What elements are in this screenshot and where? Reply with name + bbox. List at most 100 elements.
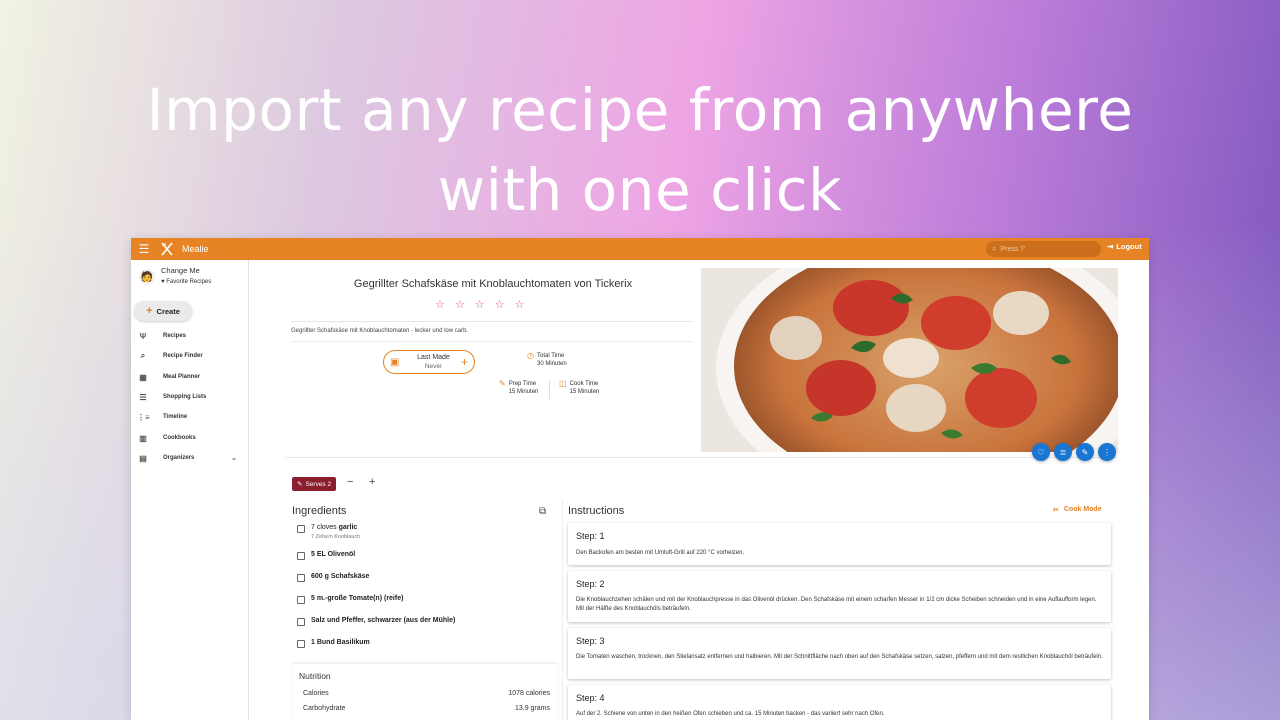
- prep-time-label: Prep Time: [508, 381, 537, 387]
- ingredient-checkbox[interactable]: [297, 574, 305, 582]
- nutrition-label: Carbohydrate: [303, 705, 346, 712]
- copy-icon[interactable]: ⧉: [539, 506, 546, 517]
- clock-icon: ◷: [527, 351, 534, 360]
- pot-icon: ◫: [559, 379, 567, 388]
- ingredient-food: 1 Bund Basilikum: [311, 639, 370, 646]
- ingredients-title: Ingredients: [292, 505, 347, 517]
- step-text: Auf der 2. Schiene von unten in den heiß…: [576, 711, 885, 717]
- step-title: Step: 1: [576, 531, 605, 541]
- sidebar-item-timeline[interactable]: ⋮≡ Timeline: [137, 410, 187, 424]
- favorite-recipes-link[interactable]: ♥ Favorite Recipes: [161, 279, 211, 285]
- recipe-title: Gegrillter Schafskäse mit Knoblauchtomat…: [353, 278, 633, 290]
- star-icon[interactable]: ☆: [435, 298, 445, 311]
- step-text: Die Knoblauchzehen schälen und mit der K…: [576, 597, 1097, 612]
- book-icon: ▥: [139, 433, 147, 443]
- rating-stars[interactable]: ☆ ☆ ☆ ☆ ☆: [435, 298, 524, 311]
- app-name[interactable]: Mealie: [182, 244, 209, 254]
- heart-icon: ♡: [1037, 447, 1045, 457]
- checklist-icon: ☰: [139, 392, 147, 402]
- ingredient-item[interactable]: 600 g Schafskäse: [297, 573, 369, 582]
- favorites-label: Favorite Recipes: [166, 279, 212, 285]
- last-made-button[interactable]: ▣ Last Made Never +: [383, 350, 475, 374]
- sidebar-item-recipes[interactable]: Ψ Recipes: [137, 329, 186, 343]
- ingredient-item[interactable]: 5 EL Olivenöl: [297, 551, 355, 560]
- add-to-list-button[interactable]: ≣: [1054, 443, 1072, 461]
- step-title: Step: 2: [576, 579, 605, 589]
- create-button[interactable]: + Create: [134, 301, 192, 321]
- increase-servings-button[interactable]: +: [369, 476, 375, 488]
- serves-chip[interactable]: ✎ Serves 2: [292, 477, 337, 491]
- menu-icon[interactable]: ☰: [132, 242, 156, 256]
- list-icon: ≣: [1059, 447, 1067, 457]
- ingredient-checkbox[interactable]: [297, 525, 305, 533]
- ingredient-checkbox[interactable]: [297, 552, 305, 560]
- serves-label: Serves 2: [305, 480, 332, 488]
- star-icon[interactable]: ☆: [475, 298, 485, 311]
- instruction-step[interactable]: Step: 2 Die Knoblauchzehen schälen und m…: [568, 571, 1111, 622]
- star-icon[interactable]: ☆: [455, 298, 465, 311]
- sidebar-item-organizers[interactable]: ▤ Organizers ⌄: [137, 451, 249, 465]
- favorite-button[interactable]: ♡: [1032, 443, 1050, 461]
- edit-button[interactable]: ✎: [1076, 443, 1094, 461]
- logout-button[interactable]: ⇥ Logout: [1107, 242, 1142, 251]
- more-vertical-icon: ⋮: [1103, 447, 1111, 457]
- plus-icon: +: [146, 305, 153, 317]
- divider: [291, 341, 693, 342]
- cook-time-label: Cook Time: [569, 381, 599, 387]
- ingredient-food: Salz und Pfeffer, schwarzer (aus der Müh…: [311, 617, 456, 624]
- sidebar-item-label: Cookbooks: [163, 435, 196, 441]
- recipe-image: [701, 268, 1118, 452]
- sidebar-item-label: Recipe Finder: [163, 353, 203, 359]
- sidebar-item-cookbooks[interactable]: ▥ Cookbooks: [137, 431, 196, 445]
- total-time: ◷ Total Time 30 Minuten: [527, 352, 567, 368]
- decrease-servings-button[interactable]: −: [347, 476, 353, 488]
- search-input[interactable]: ⌕ Press '/': [986, 241, 1101, 257]
- sidebar-item-label: Organizers: [163, 455, 195, 461]
- cook-mode-icon: ✂: [1053, 507, 1059, 514]
- ingredient-food: garlic: [338, 524, 358, 531]
- ingredient-item[interactable]: 5 m.-große Tomate(n) (reife): [297, 595, 403, 604]
- chevron-down-icon: ⌄: [231, 455, 237, 462]
- star-icon[interactable]: ☆: [515, 298, 525, 311]
- search-icon: ⌕: [992, 244, 997, 253]
- user-profile[interactable]: 🧑 Change Me ♥ Favorite Recipes: [139, 266, 211, 285]
- nutrition-card: Nutrition Calories 1078 calories Carbohy…: [292, 663, 558, 720]
- ingredient-checkbox[interactable]: [297, 640, 305, 648]
- column-divider: [562, 500, 563, 720]
- prep-time: ✎ Prep Time 15 Minuten: [499, 380, 538, 396]
- fork-knife-icon: Ψ: [139, 331, 147, 341]
- sidebar-item-recipe-finder[interactable]: ⌕ Recipe Finder: [137, 349, 203, 363]
- ingredient-checkbox[interactable]: [297, 618, 305, 626]
- sidebar-item-meal-planner[interactable]: ▦ Meal Planner: [137, 370, 200, 384]
- cook-mode-button[interactable]: ✂ Cook Mode: [1053, 506, 1102, 514]
- last-made-label: Last Made: [417, 354, 450, 361]
- instruction-step[interactable]: Step: 1 Den Backofen am besten mit Umluf…: [568, 523, 1111, 565]
- search-placeholder: Press '/': [1000, 245, 1025, 253]
- calendar-icon: ▣: [390, 356, 400, 368]
- instruction-step[interactable]: Step: 4 Auf der 2. Schiene von unten in …: [568, 685, 1111, 720]
- user-name: Change Me: [161, 266, 200, 275]
- total-time-value: 30 Minuten: [536, 361, 567, 367]
- folder-icon: ▤: [139, 453, 147, 463]
- app-window: ☰ Mealie ⌕ Press '/' ⇥ Logout 🧑 Change M…: [131, 238, 1149, 720]
- nutrition-title: Nutrition: [299, 671, 331, 681]
- cook-mode-label: Cook Mode: [1063, 506, 1102, 513]
- nutrition-row: Calories 1078 calories: [303, 690, 550, 697]
- sidebar-item-label: Timeline: [163, 414, 188, 420]
- knife-icon: ✎: [499, 379, 506, 388]
- add-icon[interactable]: +: [461, 355, 468, 369]
- ingredient-item[interactable]: Salz und Pfeffer, schwarzer (aus der Müh…: [297, 617, 455, 626]
- step-text: Den Backofen am besten mit Umluft-Grill …: [576, 550, 745, 556]
- prep-time-value: 15 Minuten: [508, 389, 539, 395]
- more-button[interactable]: ⋮: [1098, 443, 1116, 461]
- ingredient-item[interactable]: 7 cloves garlic 7 Zehe/n Knoblauch: [297, 524, 360, 540]
- ingredient-item[interactable]: 1 Bund Basilikum: [297, 639, 370, 648]
- nutrition-value: 1078 calories: [508, 690, 550, 697]
- sidebar-item-shopping-lists[interactable]: ☰ Shopping Lists: [137, 390, 206, 404]
- instruction-step[interactable]: Step: 3 Die Tomaten waschen, trocknen, d…: [568, 628, 1111, 679]
- calendar-icon: ▦: [139, 372, 147, 382]
- ingredient-checkbox[interactable]: [297, 596, 305, 604]
- headline-line-1: Import any recipe from anywhere: [146, 76, 1134, 144]
- logout-label: Logout: [1116, 242, 1142, 251]
- star-icon[interactable]: ☆: [495, 298, 505, 311]
